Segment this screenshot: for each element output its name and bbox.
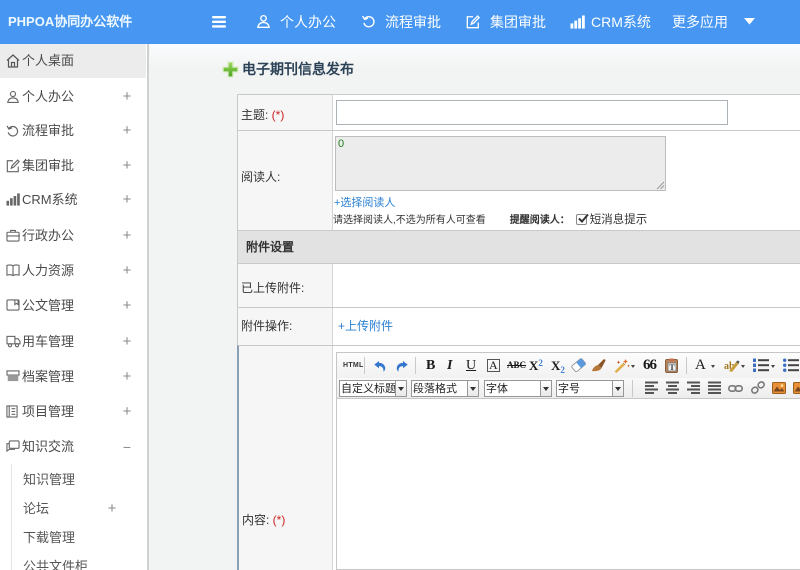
svg-text:T: T [669, 363, 675, 372]
